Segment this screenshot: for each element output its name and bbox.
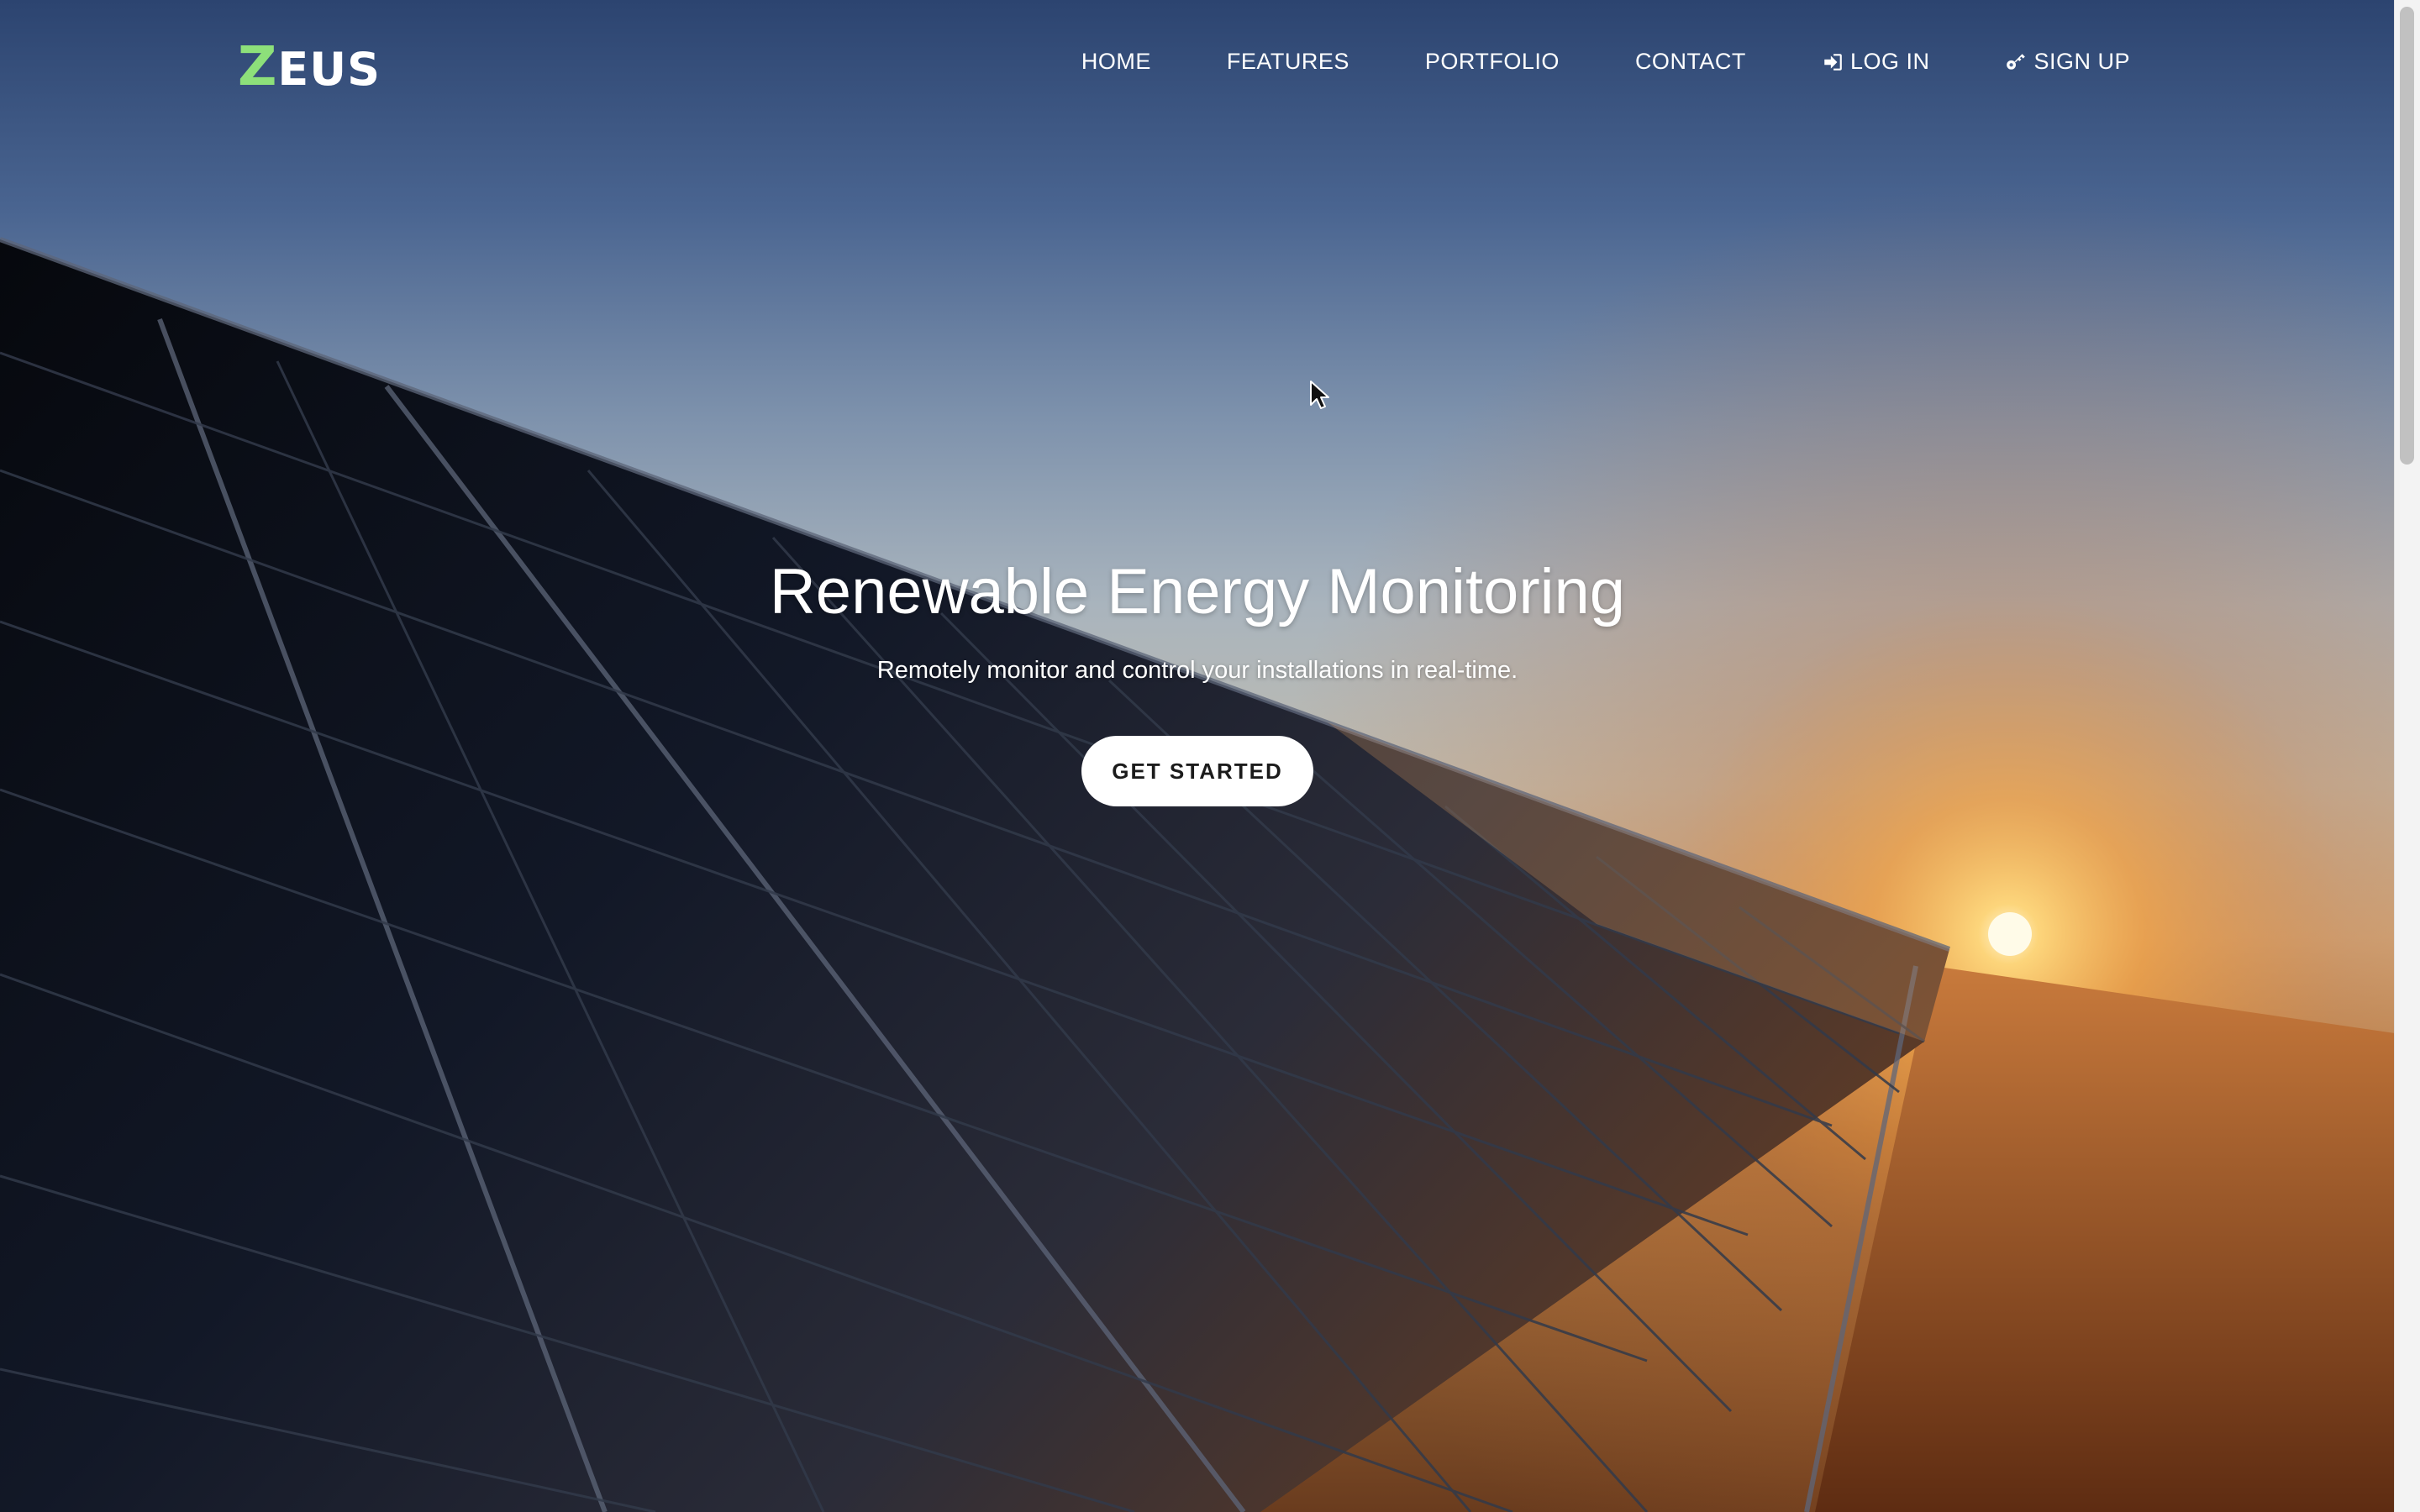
main-nav: HOME FEATURES PORTFOLIO CONTACT LOG IN S… [1081,49,2130,75]
sign-in-icon [1824,53,1842,71]
nav-home-link[interactable]: HOME [1081,49,1151,75]
nav-contact-link[interactable]: CONTACT [1635,49,1746,75]
vertical-scrollbar[interactable] [2394,0,2420,1512]
nav-contact-label: CONTACT [1634,49,1746,74]
nav-portfolio-link[interactable]: PORTFOLIO [1425,49,1560,75]
nav-login-link[interactable]: LOG IN [1822,49,1930,75]
nav-features-label: FEATURES [1226,49,1349,74]
nav-portfolio-label: PORTFOLIO [1424,49,1560,74]
get-started-button[interactable]: GET STARTED [1081,736,1313,806]
nav-signup-link[interactable]: SIGN UP [2005,49,2130,75]
key-icon [2007,53,2026,70]
nav-features-link[interactable]: FEATURES [1227,49,1349,75]
zeus-logo[interactable]: ZEUS [238,39,381,98]
mouse-cursor-icon [1310,381,1329,409]
logo-initial: Z [238,36,278,98]
nav-signup-label: SIGN UP [2033,49,2130,74]
hero-subtitle: Remotely monitor and control your instal… [876,657,1518,684]
logo-text: EUS [277,43,381,96]
nav-home-label: HOME [1081,49,1151,74]
landing-page: ZEUS HOME FEATURES PORTFOLIO CONTACT LOG… [0,0,2420,1512]
hero-section: Renewable Energy Monitoring Remotely mon… [0,546,2395,806]
top-navbar: ZEUS HOME FEATURES PORTFOLIO CONTACT LOG… [0,0,2395,134]
scrollbar-thumb[interactable] [2400,7,2414,465]
nav-login-label: LOG IN [1849,49,1930,74]
hero-title: Renewable Energy Monitoring [769,556,1626,627]
